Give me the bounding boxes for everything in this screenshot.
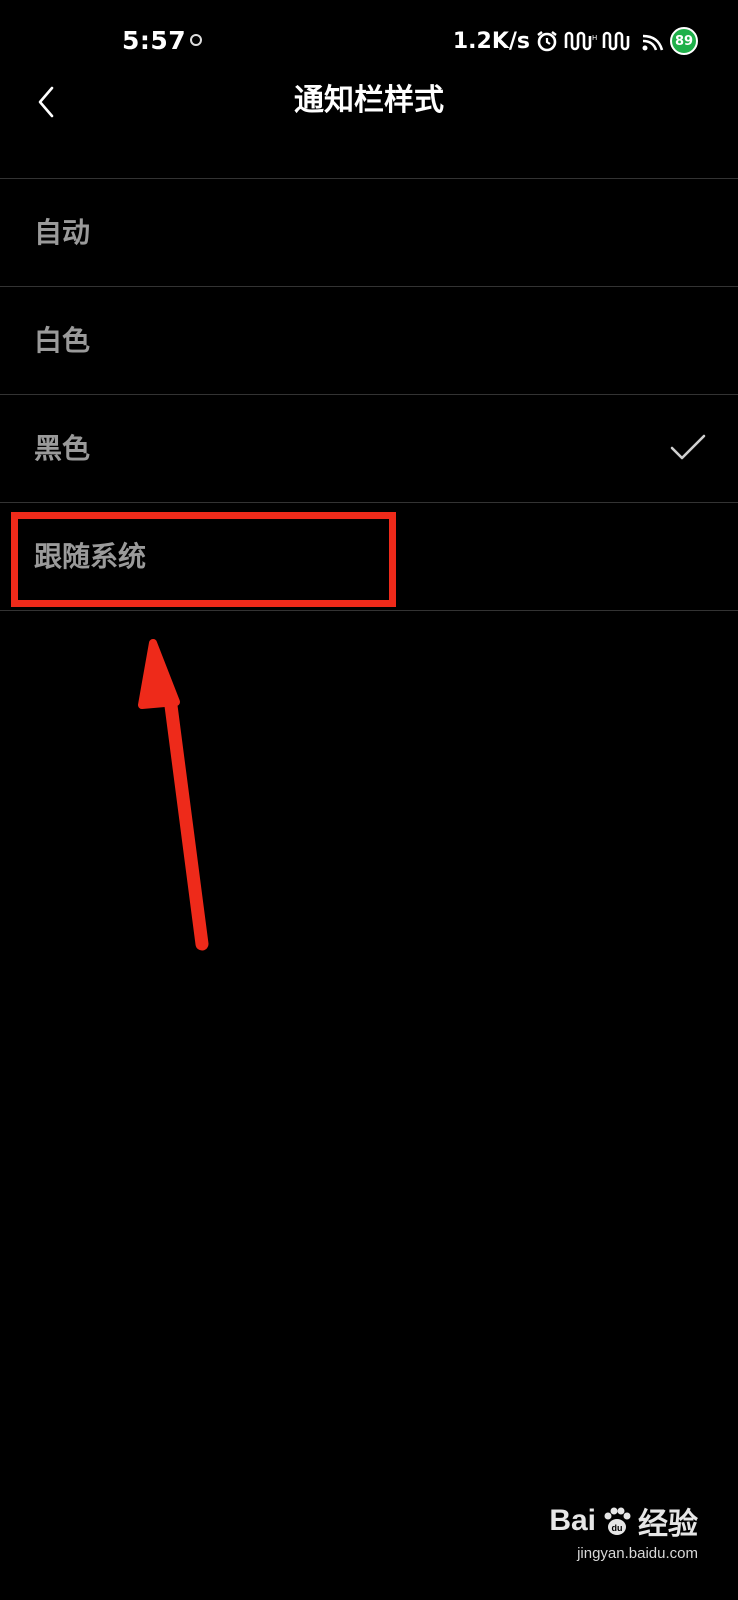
- option-black[interactable]: 黑色: [0, 395, 738, 503]
- signal-hd-icon: H: [564, 31, 597, 51]
- option-auto[interactable]: 自动: [0, 179, 738, 287]
- app-header: 通知栏样式: [0, 82, 738, 178]
- page-title: 通知栏样式: [294, 83, 444, 118]
- network-speed: 1.2K/s: [452, 28, 530, 54]
- status-indicators: 1.2K/s H 89: [453, 26, 698, 56]
- paw-icon: du: [604, 1507, 631, 1535]
- status-bar: 5:57 1.2K/s H 89: [0, 0, 738, 82]
- option-white[interactable]: 白色: [0, 287, 738, 395]
- check-icon: [670, 434, 706, 460]
- battery-icon: 89: [670, 27, 698, 55]
- baidu-watermark: Bai du 经验 jingyan.baidu.com: [549, 1499, 698, 1562]
- option-label: 自动: [34, 216, 91, 249]
- baidu-logo: Bai du 经验: [549, 1499, 698, 1543]
- alarm-icon: [537, 31, 557, 52]
- annotation-highlight-box: [11, 512, 396, 607]
- option-label: 黑色: [34, 432, 91, 465]
- watermark-logo-text2: 经验: [638, 1508, 698, 1541]
- option-label: 白色: [34, 324, 91, 357]
- notification-icon: [190, 34, 202, 46]
- svg-text:du: du: [612, 1523, 623, 1533]
- wifi-icon: [642, 34, 664, 51]
- watermark-logo-text: Bai: [549, 1504, 596, 1537]
- watermark-url: jingyan.baidu.com: [577, 1545, 698, 1562]
- status-time: 5:57: [122, 26, 187, 55]
- svg-text:H: H: [592, 34, 597, 42]
- signal-hd-icon: [602, 31, 630, 51]
